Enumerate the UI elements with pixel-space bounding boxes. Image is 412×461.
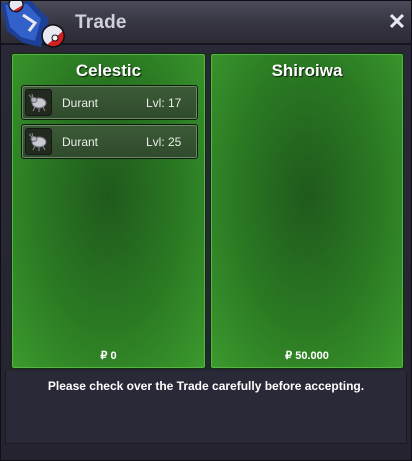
durant-icon bbox=[25, 128, 52, 155]
trade-item-row[interactable]: Durant Lvl: 17 bbox=[21, 85, 198, 120]
pokeball-logo-icon bbox=[1, 1, 65, 48]
item-name: Durant bbox=[62, 96, 99, 110]
item-name: Durant bbox=[62, 135, 99, 149]
trade-panel-celestic: Celestic Durant Lvl: 17 Durant Lvl: 25 ₽… bbox=[11, 53, 206, 369]
trade-window: Trade ✕ Celestic Durant Lvl: 17 Durant L… bbox=[0, 0, 412, 461]
player-name-left: Celestic bbox=[75, 61, 142, 80]
close-icon[interactable]: ✕ bbox=[386, 11, 408, 33]
player-name-right: Shiroiwa bbox=[271, 61, 343, 80]
window-title: Trade bbox=[75, 12, 127, 33]
trade-warning-message: Please check over the Trade carefully be… bbox=[47, 379, 365, 393]
item-level: Lvl: 25 bbox=[146, 135, 182, 149]
money-amount-right: ₽ 50.000 bbox=[285, 350, 329, 362]
trade-item-row[interactable]: Durant Lvl: 25 bbox=[21, 124, 198, 159]
trade-panel-shiroiwa: Shiroiwa ₽ 50.000 bbox=[210, 53, 404, 369]
money-amount-left: ₽ 0 bbox=[100, 350, 117, 362]
durant-icon bbox=[25, 89, 52, 116]
item-level: Lvl: 17 bbox=[146, 96, 182, 110]
